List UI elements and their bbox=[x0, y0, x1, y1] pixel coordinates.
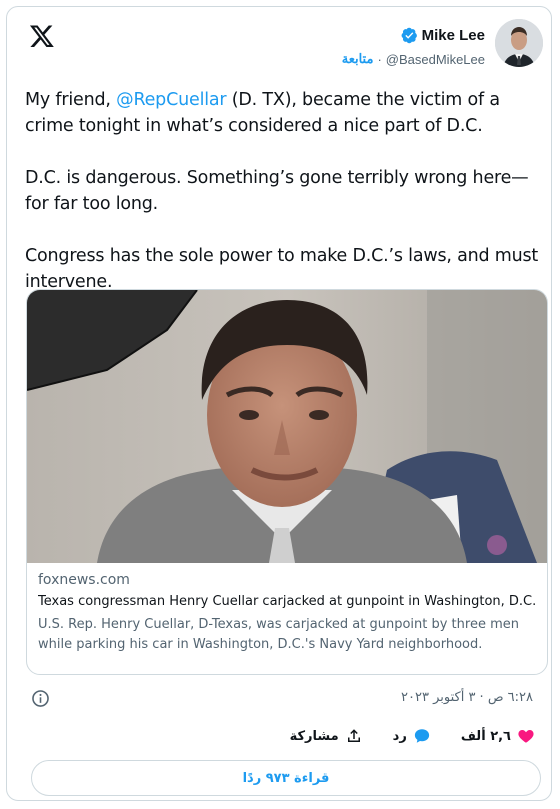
read-replies-label: قراءة ٩٧٣ ردًا bbox=[242, 770, 330, 786]
share-icon bbox=[347, 729, 360, 742]
article-photo bbox=[27, 290, 547, 563]
read-replies-button[interactable]: قراءة ٩٧٣ ردًا bbox=[31, 760, 541, 796]
tweet-timestamp[interactable]: ٦:٢٨ ص · ٣ أكتوبر ٢٠٢٣ bbox=[401, 690, 533, 705]
share-label: مشاركة bbox=[289, 728, 339, 744]
follow-link[interactable]: متابعة bbox=[342, 51, 374, 67]
info-icon[interactable] bbox=[31, 689, 50, 708]
tweet-paragraph-2: D.C. is dangerous. Something’s gone terr… bbox=[25, 168, 529, 214]
like-count: ٢,٦ ألف bbox=[460, 728, 511, 744]
reply-bubble-icon bbox=[414, 729, 429, 743]
tweet-card: Mike Lee متابعة · @BasedMikeLee My frien… bbox=[6, 6, 552, 801]
reply-label: رد bbox=[392, 728, 407, 744]
tweet-paragraph-1: My friend, @RepCuellar (D. TX), became t… bbox=[25, 90, 500, 136]
author-name-row[interactable]: Mike Lee bbox=[401, 27, 485, 44]
separator-dot: · bbox=[377, 51, 382, 67]
x-logo-icon[interactable] bbox=[29, 23, 55, 49]
author-handle[interactable]: @BasedMikeLee bbox=[386, 52, 485, 67]
reply-action-button[interactable]: رد bbox=[393, 727, 431, 745]
link-preview-card[interactable]: foxnews.com Texas congressman Henry Cuel… bbox=[26, 289, 548, 675]
share-button[interactable]: مشاركة bbox=[290, 727, 363, 745]
tweet-text: My friend, @RepCuellar (D. TX), became t… bbox=[25, 87, 541, 321]
avatar[interactable] bbox=[495, 19, 543, 67]
verified-badge-icon bbox=[401, 27, 417, 44]
link-domain: foxnews.com bbox=[38, 572, 130, 588]
author-handle-row: متابعة · @BasedMikeLee bbox=[342, 51, 485, 67]
tweet-paragraph-3: Congress has the sole power to make D.C.… bbox=[25, 246, 539, 292]
mention-link[interactable]: @RepCuellar bbox=[116, 90, 226, 110]
heart-icon bbox=[518, 730, 534, 743]
author-display-name: Mike Lee bbox=[421, 27, 485, 44]
link-description: U.S. Rep. Henry Cuellar, D-Texas, was ca… bbox=[38, 617, 519, 652]
link-meta: foxnews.com Texas congressman Henry Cuel… bbox=[38, 572, 538, 655]
link-title: Texas congressman Henry Cuellar carjacke… bbox=[38, 594, 537, 609]
action-bar: مشاركة رد ٢,٦ ألف bbox=[260, 727, 535, 745]
like-button[interactable]: ٢,٦ ألف bbox=[461, 727, 535, 745]
